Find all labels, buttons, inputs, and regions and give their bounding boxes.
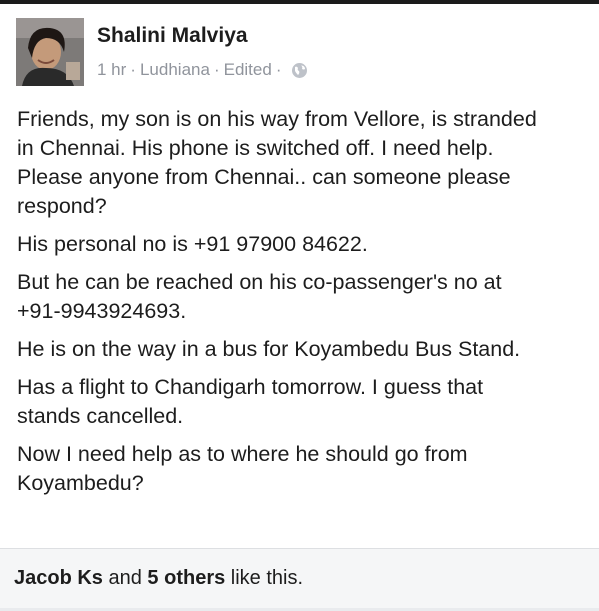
likes-summary-bar: Jacob Ks and 5 others like this. (0, 548, 599, 609)
globe-icon[interactable] (291, 62, 308, 79)
post-location[interactable]: Ludhiana (140, 60, 210, 80)
meta-separator: · (275, 60, 282, 79)
likes-others-link[interactable]: 5 others (147, 567, 225, 589)
likes-summary[interactable]: Jacob Ks and 5 others like this. (14, 567, 303, 590)
likes-suffix: like this. (225, 567, 304, 589)
post-body: Friends, my son is on his way from Vello… (17, 105, 587, 507)
post-paragraph: Now I need help as to where he should go… (17, 442, 468, 495)
post-paragraph: Has a flight to Chandigarh tomorrow. I g… (17, 375, 484, 428)
top-border (0, 0, 599, 4)
likes-and: and (102, 567, 148, 589)
author-avatar[interactable] (16, 18, 84, 86)
post-time[interactable]: 1 hr (97, 60, 126, 80)
post-paragraph: But he can be reached on his co-passenge… (17, 270, 502, 323)
edited-label[interactable]: Edited (224, 60, 272, 80)
meta-separator: · (213, 60, 220, 79)
meta-separator: · (130, 60, 136, 79)
post-paragraph: Friends, my son is on his way from Vello… (17, 107, 537, 218)
post-paragraph: His personal no is +91 97900 84622. (17, 232, 368, 256)
liker-name[interactable]: Jacob Ks (14, 567, 103, 589)
post-meta: 1 hr · Ludhiana · Edited · (97, 60, 308, 80)
avatar-photo (16, 18, 84, 86)
post-paragraph: He is on the way in a bus for Koyambedu … (17, 337, 521, 361)
author-name[interactable]: Shalini Malviya (97, 24, 248, 48)
